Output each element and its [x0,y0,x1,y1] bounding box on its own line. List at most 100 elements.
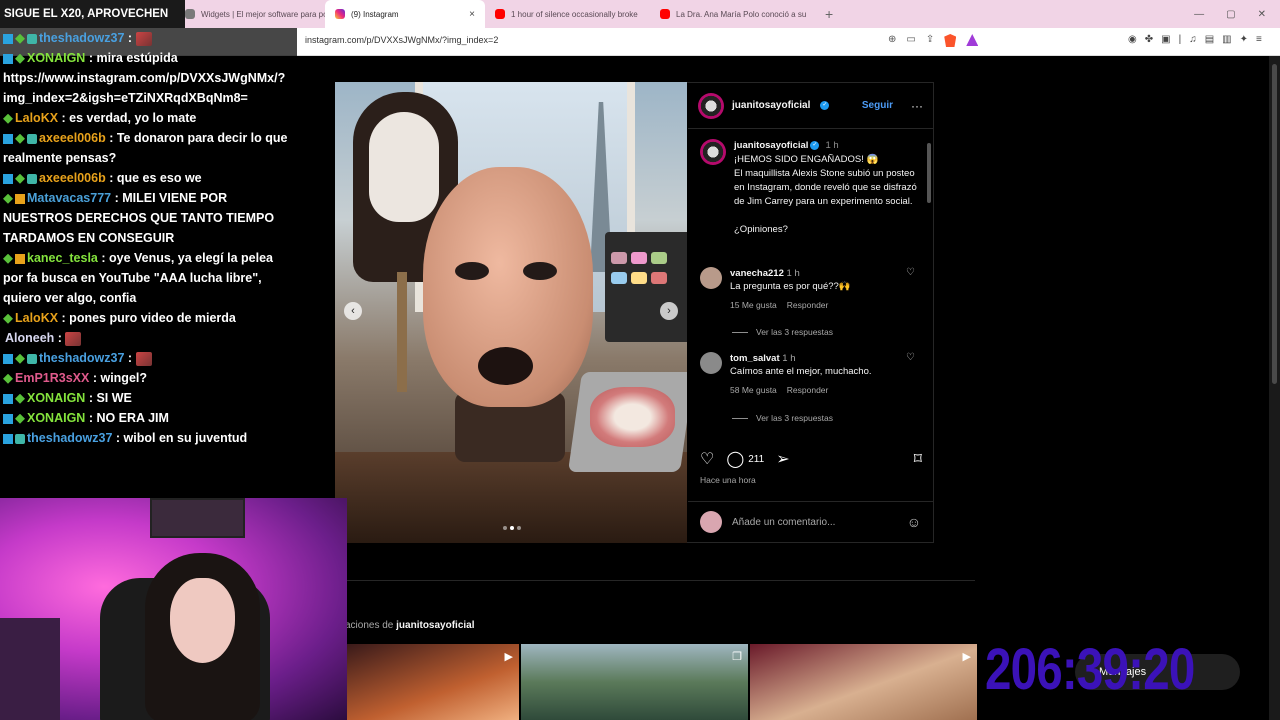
chat-username[interactable]: Matavacas777 [27,191,111,205]
chat-text: : [127,31,133,45]
commenter-avatar[interactable] [700,352,722,374]
share-icon[interactable]: ➢ [776,449,789,469]
reading-icon[interactable]: ▥ [1222,34,1231,45]
chat-text: : pones puro video de mierda [61,311,236,325]
puzzle-icon[interactable]: ✤ [1145,34,1153,45]
chat-username[interactable]: XONAIGN [27,51,85,65]
chat-badge-icon [15,413,25,424]
view-replies[interactable]: Ver las 3 respuestas [732,327,833,337]
tab-instagram[interactable]: (9) Instagram × [325,0,485,28]
chat-message: Aloneeh : [3,328,295,348]
chat-badge-icon [3,113,13,124]
page-scrollbar[interactable] [1269,56,1280,720]
comments-scrollbar-thumb[interactable] [927,143,931,203]
wallet-icon[interactable]: ▤ [1205,34,1214,45]
chat-username[interactable]: axeeel006b [39,171,106,185]
tab-bar: Widgets | El mejor software para pot (9)… [0,0,1280,28]
comment-likes[interactable]: 58 Me gusta [730,384,777,397]
music-icon[interactable]: ♫ [1189,34,1197,45]
comment-body: vanecha212 1 h La pregunta es por qué??🙌… [730,267,851,312]
dentures [590,387,675,447]
chat-username[interactable]: XONAIGN [27,391,85,405]
comment-icon[interactable]: ◯ [726,449,744,469]
new-tab-button[interactable]: + [815,6,843,22]
my-avatar [700,511,722,533]
chat-username[interactable]: theshadowz37 [39,31,124,45]
like-comment-icon[interactable]: ♡ [906,352,915,397]
chat-text: : NO ERA JIM [88,411,169,425]
commenter-avatar[interactable] [700,267,722,289]
emoji-icon[interactable]: ☺ [907,514,921,530]
reply-button[interactable]: Responder [787,299,829,312]
chat-username[interactable]: LaloKX [15,311,58,325]
chat-username[interactable]: LaloKX [15,111,58,125]
carousel-dots [503,526,521,530]
reply-button[interactable]: Responder [787,384,829,397]
minimize-icon[interactable]: — [1194,9,1204,20]
carousel-next-button[interactable]: › [660,302,678,320]
chat-badges [3,173,37,184]
extension-icon[interactable]: ◉ [1128,34,1137,45]
zoom-icon[interactable]: ⊕ [888,34,896,47]
scrollbar-thumb[interactable] [1272,64,1277,384]
sparkle-icon[interactable]: ✦ [1240,34,1248,45]
author-username[interactable]: juanitosayoficial [732,100,810,111]
chat-username[interactable]: EmP1R3sXX [15,371,89,385]
more-post-thumbnail[interactable]: ▶ [750,644,977,720]
follow-button[interactable]: Seguir [862,100,893,111]
chat-username[interactable]: axeeel006b [39,131,106,145]
share-page-icon[interactable]: ⇪ [926,34,934,47]
commenter-username[interactable]: vanecha212 [730,268,784,279]
more-post-thumbnail[interactable]: ❐ [521,644,748,720]
tab-title: La Dra. Ana María Polo conoció a su [676,9,807,19]
brave-rewards-icon[interactable] [966,34,979,46]
instagram-favicon-icon [335,9,345,19]
chat-message: XONAIGN : SI WE [3,388,295,408]
makeup-palette [605,232,687,342]
like-comment-icon[interactable]: ♡ [906,267,915,312]
chat-text: : wingel? [92,371,148,385]
maximize-icon[interactable]: ▢ [1226,9,1235,20]
author-avatar[interactable] [700,139,726,165]
like-icon[interactable]: ♡ [700,449,714,469]
chat-username[interactable]: kanec_tesla [27,251,98,265]
view-replies[interactable]: Ver las 3 respuestas [732,413,833,423]
more-posts-username[interactable]: juanitosayoficial [396,620,474,631]
sidebar-icon[interactable]: ▣ [1161,34,1170,45]
cast-icon[interactable]: ▭ [906,34,915,47]
carousel-prev-button[interactable]: ‹ [344,302,362,320]
carousel-dot [517,526,521,530]
comments-list: juanitosayoficial ✓ 1 h ¡HEMOS SIDO ENGAÑA… [688,135,933,435]
chat-username[interactable]: XONAIGN [27,411,85,425]
chat-badge-icon [15,33,25,44]
comments-scrollbar[interactable] [927,133,932,435]
chat-message: theshadowz37 : [3,28,295,48]
tab-dra-polo[interactable]: La Dra. Ana María Polo conoció a su [650,0,815,28]
chat-text: : [127,351,133,365]
tab-silence[interactable]: 1 hour of silence occasionally broke [485,0,650,28]
tab-widgets[interactable]: Widgets | El mejor software para pot [175,0,325,28]
close-tab-icon[interactable]: × [469,9,475,20]
caption-username[interactable]: juanitosayoficial [734,140,808,151]
chat-username[interactable]: theshadowz37 [39,351,124,365]
close-window-icon[interactable]: ✕ [1258,9,1266,20]
bookmark-icon[interactable]: ⌑ [914,449,922,469]
chat-username[interactable]: theshadowz37 [27,431,112,445]
commenter-username[interactable]: tom_salvat [730,353,780,364]
url-field[interactable]: instagram.com/p/DVXXsJWgNMx/?img_index=2 [305,35,498,45]
more-options-icon[interactable]: ··· [911,99,923,113]
comment-likes[interactable]: 15 Me gusta [730,299,777,312]
menu-icon[interactable]: ≡ [1256,34,1262,45]
chat-username[interactable]: Aloneeh [5,331,54,345]
brave-shields-icon[interactable] [944,34,957,47]
chat-badges [3,433,25,444]
post-image[interactable]: ‹ › [335,82,687,543]
mask-eye [523,262,557,280]
chat-badges [3,373,13,384]
window-controls: — ▢ ✕ [1194,0,1280,28]
tab-title: Widgets | El mejor software para pot [201,9,325,19]
add-comment-input[interactable]: Añade un comentario... [732,517,835,528]
more-post-thumbnail[interactable]: ▶ [347,644,519,720]
chat-badge-icon [15,173,25,184]
author-avatar[interactable] [698,92,724,119]
